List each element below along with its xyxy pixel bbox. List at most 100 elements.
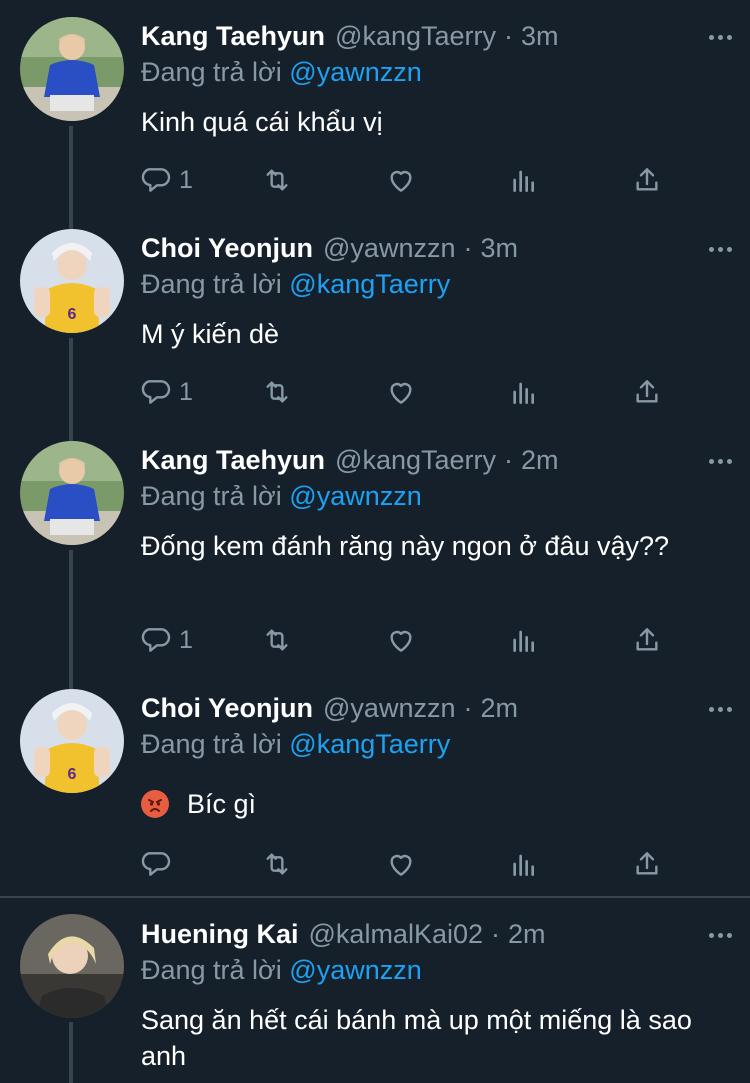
display-name[interactable]: Kang Taehyun — [141, 442, 325, 478]
timestamp[interactable]: 2m — [508, 916, 546, 952]
share-button[interactable] — [631, 624, 663, 656]
retweet-icon — [266, 169, 288, 191]
analytics-button[interactable] — [508, 848, 540, 880]
replying-to: Đang trả lời @yawnzzn — [141, 478, 728, 514]
like-button[interactable] — [385, 624, 417, 656]
timestamp[interactable]: 3m — [521, 18, 559, 54]
heart-icon — [390, 854, 412, 876]
user-handle[interactable]: @kalmalKai02 — [309, 916, 484, 952]
share-icon — [636, 380, 658, 403]
reply-count: 1 — [179, 165, 193, 194]
separator-dot: · — [491, 919, 501, 949]
heart-icon — [390, 170, 412, 192]
like-button[interactable] — [385, 164, 417, 196]
angry-face-icon — [141, 790, 169, 818]
reply-icon — [141, 628, 171, 652]
replying-to-label: Đang trả lời — [141, 955, 282, 985]
more-options-icon[interactable] — [700, 451, 740, 471]
avatar[interactable]: 6 — [20, 689, 124, 793]
replying-to: Đang trả lời @yawnzzn — [141, 952, 728, 988]
retweet-button[interactable] — [261, 624, 293, 656]
share-icon — [636, 168, 658, 191]
tweet-text: Kinh quá cái khẩu vị — [141, 107, 383, 137]
display-name[interactable]: Choi Yeonjun — [141, 230, 313, 266]
more-options-icon[interactable] — [700, 27, 740, 47]
analytics-button[interactable] — [508, 164, 540, 196]
avatar[interactable] — [20, 17, 124, 121]
share-button[interactable] — [631, 376, 663, 408]
retweet-button[interactable] — [261, 376, 293, 408]
replying-to-label: Đang trả lời — [141, 481, 282, 511]
action-bar: 1 — [141, 620, 681, 660]
conversation-timeline: Kang Taehyun @kangTaerry · 3m Đang trả l… — [0, 0, 750, 1083]
tweet[interactable]: 6 Choi Yeonjun @yawnzzn · 3m Đang trả lờ… — [0, 212, 750, 424]
reply-button[interactable]: 1 — [141, 624, 193, 656]
replying-to: Đang trả lời @yawnzzn — [141, 54, 728, 90]
like-button[interactable] — [385, 376, 417, 408]
analytics-icon — [513, 170, 534, 192]
analytics-button[interactable] — [508, 376, 540, 408]
separator-dot: · — [504, 445, 514, 475]
tweet[interactable]: 6 Choi Yeonjun @yawnzzn · 2m Đang trả lờ… — [0, 672, 750, 896]
mention-link[interactable]: @yawnzzn — [289, 955, 421, 985]
like-button[interactable] — [385, 848, 417, 880]
separator-dot: · — [463, 693, 473, 723]
action-bar: 1 — [141, 160, 681, 200]
analytics-icon — [513, 382, 534, 404]
share-icon — [636, 628, 658, 651]
tweet-text: Bíc gì — [141, 786, 728, 822]
action-bar — [141, 844, 681, 884]
svg-text:6: 6 — [68, 766, 77, 783]
replying-to: Đang trả lời @kangTaerry — [141, 726, 728, 762]
user-handle[interactable]: @yawnzzn — [323, 230, 455, 266]
tweet-text: Đống kem đánh răng này ngon ở đâu vậy?? — [141, 531, 670, 561]
mention-link[interactable]: @kangTaerry — [289, 729, 450, 759]
tweet[interactable]: Kang Taehyun @kangTaerry · 2m Đang trả l… — [0, 424, 750, 672]
display-name[interactable]: Choi Yeonjun — [141, 690, 313, 726]
mention-link[interactable]: @yawnzzn — [289, 481, 421, 511]
separator-dot: · — [504, 21, 514, 51]
replying-to-label: Đang trả lời — [141, 57, 282, 87]
tweet[interactable]: Kang Taehyun @kangTaerry · 3m Đang trả l… — [0, 0, 750, 212]
more-options-icon[interactable] — [700, 699, 740, 719]
timestamp[interactable]: 3m — [480, 230, 518, 266]
tweet-text: M ý kiến dè — [141, 319, 280, 349]
avatar[interactable] — [20, 441, 124, 545]
retweet-icon — [266, 853, 288, 875]
tweet-text: Sang ăn hết cái bánh mà up một miếng là … — [141, 1005, 692, 1071]
reply-icon — [141, 380, 171, 404]
more-options-icon[interactable] — [700, 925, 740, 945]
reply-count: 1 — [179, 625, 193, 654]
svg-text:6: 6 — [68, 306, 77, 323]
retweet-button[interactable] — [261, 164, 293, 196]
heart-icon — [390, 382, 412, 404]
timestamp[interactable]: 2m — [521, 442, 559, 478]
share-button[interactable] — [631, 848, 663, 880]
analytics-icon — [513, 854, 534, 876]
tweet[interactable]: Huening Kai @kalmalKai02 · 2m Đang trả l… — [0, 898, 750, 1083]
reply-button[interactable] — [141, 848, 179, 880]
more-options-icon[interactable] — [700, 239, 740, 259]
reply-button[interactable]: 1 — [141, 376, 193, 408]
user-handle[interactable]: @yawnzzn — [323, 690, 455, 726]
share-icon — [636, 852, 658, 875]
user-handle[interactable]: @kangTaerry — [335, 18, 496, 54]
mention-link[interactable]: @yawnzzn — [289, 57, 421, 87]
display-name[interactable]: Huening Kai — [141, 916, 299, 952]
heart-icon — [390, 630, 412, 652]
avatar[interactable]: 6 — [20, 229, 124, 333]
avatar[interactable] — [20, 914, 124, 1018]
replying-to-label: Đang trả lời — [141, 269, 282, 299]
analytics-button[interactable] — [508, 624, 540, 656]
retweet-button[interactable] — [261, 848, 293, 880]
action-bar: 1 — [141, 372, 681, 412]
display-name[interactable]: Kang Taehyun — [141, 18, 325, 54]
reply-button[interactable]: 1 — [141, 164, 193, 196]
user-handle[interactable]: @kangTaerry — [335, 442, 496, 478]
timestamp[interactable]: 2m — [480, 690, 518, 726]
reply-icon — [141, 852, 171, 876]
tweet-text-content: Bíc gì — [187, 789, 257, 819]
mention-link[interactable]: @kangTaerry — [289, 269, 450, 299]
analytics-icon — [513, 630, 534, 652]
share-button[interactable] — [631, 164, 663, 196]
